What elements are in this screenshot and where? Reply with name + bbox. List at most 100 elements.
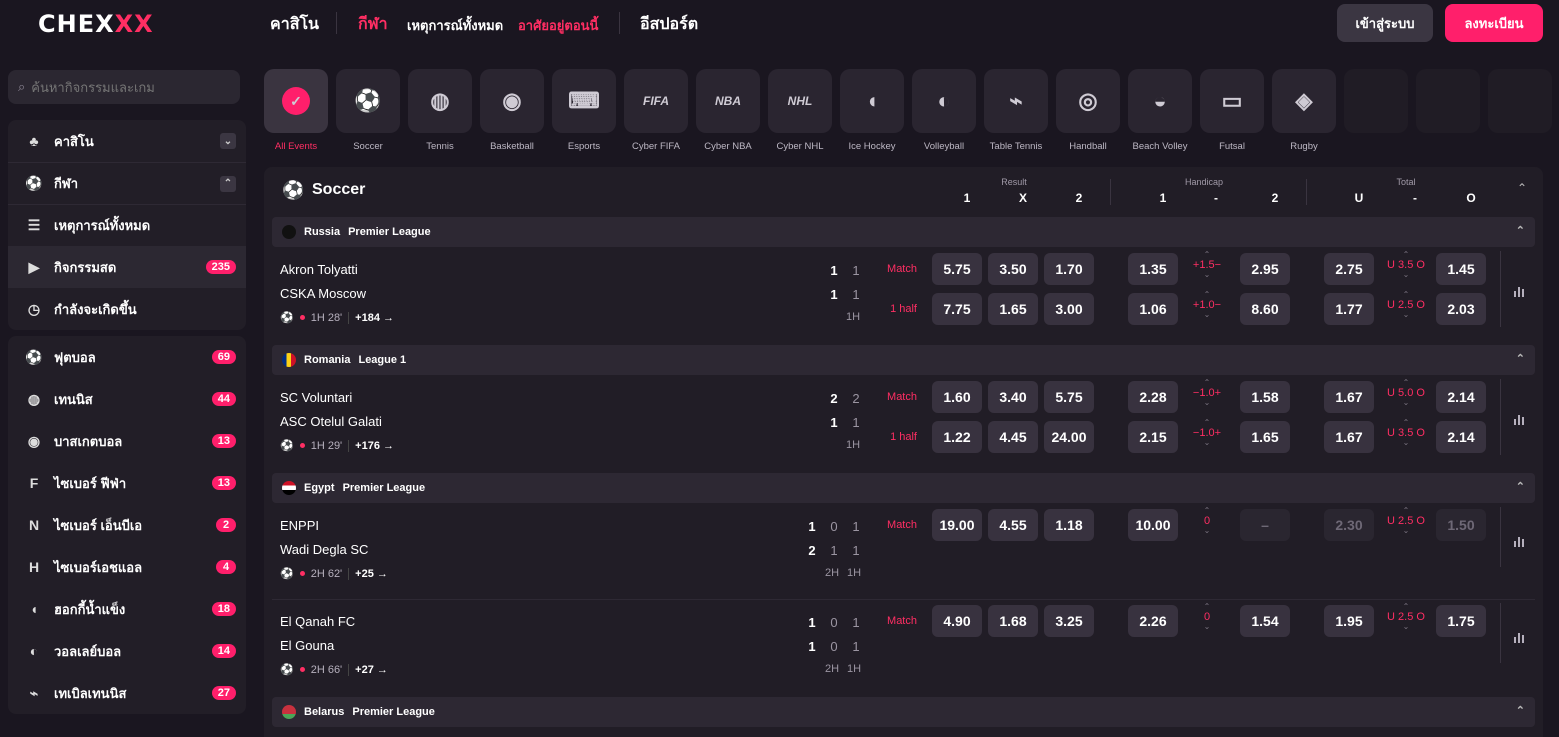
home-team[interactable]: ENPPI	[280, 518, 319, 533]
arrow-down-icon[interactable]: ⌄	[1185, 399, 1229, 407]
odd-button[interactable]: 1.18	[1044, 509, 1094, 541]
arrow-up-icon[interactable]: ⌃	[1378, 419, 1434, 427]
category-basketball[interactable]: ◉ Basketball	[480, 69, 544, 152]
logo[interactable]: CHEXXX	[38, 10, 154, 38]
category-table-tennis[interactable]: ⌁ Table Tennis	[984, 69, 1048, 152]
odd-button[interactable]: 10.00	[1128, 509, 1178, 541]
sidebar-item-sport-4[interactable]: N ไซเบอร์ เอ็นบีเอ 2	[8, 504, 246, 546]
odd-button[interactable]: 7.75	[932, 293, 982, 325]
odd-button[interactable]: 2.95	[1240, 253, 1290, 285]
more-markets-link[interactable]: +27 →	[355, 664, 388, 676]
sidebar-item-upcoming[interactable]: ◷ กำลังจะเกิดขึ้น	[8, 288, 246, 330]
arrow-down-icon[interactable]: ⌄	[1378, 271, 1434, 279]
category-soccer[interactable]: ⚽ Soccer	[336, 69, 400, 152]
home-team[interactable]: Akron Tolyatti	[280, 262, 358, 277]
away-team[interactable]: El Gouna	[280, 638, 334, 653]
odd-button[interactable]: 4.55	[988, 509, 1038, 541]
arrow-up-icon[interactable]: ⌃	[1185, 603, 1229, 611]
chevron-up-icon[interactable]: ⌃	[1516, 224, 1525, 237]
arrow-up-icon[interactable]: ⌃	[1378, 251, 1434, 259]
odd-button[interactable]: 3.40	[988, 381, 1038, 413]
arrow-down-icon[interactable]: ⌄	[1378, 399, 1434, 407]
arrow-up-icon[interactable]: ⌃	[1185, 291, 1229, 299]
odd-button[interactable]: 2.26	[1128, 605, 1178, 637]
sidebar-item-live[interactable]: ▶ กิจกรรมสด 235	[8, 246, 246, 288]
more-markets-link[interactable]: +176 →	[355, 440, 394, 452]
odd-button[interactable]: 4.90	[932, 605, 982, 637]
home-team[interactable]: SC Voluntari	[280, 390, 352, 405]
sidebar-item-sport-3[interactable]: F ไซเบอร์ ฟีฟ่า 13	[8, 462, 246, 504]
stats-icon[interactable]	[1514, 631, 1526, 643]
nav-esports[interactable]: อีสปอร์ต	[640, 12, 698, 37]
odd-button[interactable]: 24.00	[1044, 421, 1094, 453]
chevron-down-icon[interactable]: ⌄	[220, 133, 236, 149]
nav-casino[interactable]: คาสิโน	[270, 12, 319, 37]
odd-button[interactable]: 2.14	[1436, 381, 1486, 413]
sidebar-item-sport-6[interactable]: ◖ ฮอกกี้น้ำแข็ง 18	[8, 588, 246, 630]
arrow-up-icon[interactable]: ⌃	[1185, 419, 1229, 427]
odd-button[interactable]: 2.28	[1128, 381, 1178, 413]
odd-button[interactable]: 1.35	[1128, 253, 1178, 285]
arrow-up-icon[interactable]: ⌃	[1185, 251, 1229, 259]
stats-icon[interactable]	[1514, 535, 1526, 547]
arrow-down-icon[interactable]: ⌄	[1185, 439, 1229, 447]
odd-button[interactable]: 1.70	[1044, 253, 1094, 285]
category-cyber-nhl[interactable]: NHL Cyber NHL	[768, 69, 832, 152]
chevron-up-icon[interactable]: ⌃	[1516, 704, 1525, 717]
chevron-up-icon[interactable]: ⌃	[1516, 480, 1525, 493]
arrow-down-icon[interactable]: ⌄	[1378, 439, 1434, 447]
odd-button[interactable]: 4.45	[988, 421, 1038, 453]
away-team[interactable]: ASC Otelul Galati	[280, 414, 382, 429]
odd-button[interactable]: 3.00	[1044, 293, 1094, 325]
odd-button[interactable]: 2.15	[1128, 421, 1178, 453]
odd-button[interactable]: 2.03	[1436, 293, 1486, 325]
nav-sport[interactable]: กีฬา	[358, 12, 388, 37]
odd-button[interactable]: 1.60	[932, 381, 982, 413]
sidebar-item-sport-0[interactable]: ⚽ ฟุตบอล 69	[8, 336, 246, 378]
odd-button[interactable]: 2.14	[1436, 421, 1486, 453]
more-markets-link[interactable]: +184 →	[355, 312, 394, 324]
category-all-events[interactable]: ✓ All Events	[264, 69, 328, 152]
category-esports[interactable]: ⌨ Esports	[552, 69, 616, 152]
arrow-up-icon[interactable]: ⌃	[1378, 291, 1434, 299]
arrow-up-icon[interactable]: ⌃	[1378, 507, 1434, 515]
arrow-down-icon[interactable]: ⌄	[1378, 527, 1434, 535]
stats-icon[interactable]	[1514, 285, 1526, 297]
arrow-down-icon[interactable]: ⌄	[1378, 623, 1434, 631]
away-team[interactable]: Wadi Degla SC	[280, 542, 368, 557]
odd-button[interactable]: 1.67	[1324, 421, 1374, 453]
category-tennis[interactable]: ◍ Tennis	[408, 69, 472, 152]
category-beach-volley[interactable]: ◒ Beach Volley	[1128, 69, 1192, 152]
league-header[interactable]: Egypt Premier League ⌃	[272, 473, 1535, 503]
odd-button[interactable]: 2.75	[1324, 253, 1374, 285]
odd-button[interactable]: 1.65	[1240, 421, 1290, 453]
arrow-up-icon[interactable]: ⌃	[1185, 507, 1229, 515]
search-box[interactable]: ⌕	[8, 70, 240, 104]
nav-all-events[interactable]: เหตุการณ์ทั้งหมด	[407, 15, 503, 36]
odd-button[interactable]: 8.60	[1240, 293, 1290, 325]
sidebar-item-sport-7[interactable]: ◐ วอลเลย์บอล 14	[8, 630, 246, 672]
league-header[interactable]: Belarus Premier League ⌃	[272, 697, 1535, 727]
sidebar-item-casino[interactable]: ♣ คาสิโน ⌄	[8, 120, 246, 162]
category-ice-hockey[interactable]: ◖ Ice Hockey	[840, 69, 904, 152]
register-button[interactable]: ลงทะเบียน	[1445, 4, 1543, 42]
sidebar-item-sport-8[interactable]: ⌁ เทเบิลเทนนิส 27	[8, 672, 246, 714]
arrow-down-icon[interactable]: ⌄	[1185, 527, 1229, 535]
odd-button[interactable]: 5.75	[1044, 381, 1094, 413]
category-cyber-nba[interactable]: NBA Cyber NBA	[696, 69, 760, 152]
category-cyber-fifa[interactable]: FIFA Cyber FIFA	[624, 69, 688, 152]
away-team[interactable]: CSKA Moscow	[280, 286, 366, 301]
arrow-up-icon[interactable]: ⌃	[1378, 379, 1434, 387]
odd-button[interactable]: 1.22	[932, 421, 982, 453]
sidebar-item-all-events[interactable]: ☰ เหตุการณ์ทั้งหมด	[8, 204, 246, 246]
odd-button[interactable]: 1.67	[1324, 381, 1374, 413]
arrow-up-icon[interactable]: ⌃	[1378, 603, 1434, 611]
arrow-down-icon[interactable]: ⌄	[1185, 623, 1229, 631]
odd-button[interactable]: 1.75	[1436, 605, 1486, 637]
odd-button[interactable]: 1.58	[1240, 381, 1290, 413]
odd-button[interactable]: 1.68	[988, 605, 1038, 637]
stats-icon[interactable]	[1514, 413, 1526, 425]
chevron-up-icon[interactable]: ⌃	[220, 175, 236, 192]
sidebar-item-sport[interactable]: ⚽ กีฬา ⌃	[8, 162, 246, 204]
odd-button[interactable]: 1.06	[1128, 293, 1178, 325]
